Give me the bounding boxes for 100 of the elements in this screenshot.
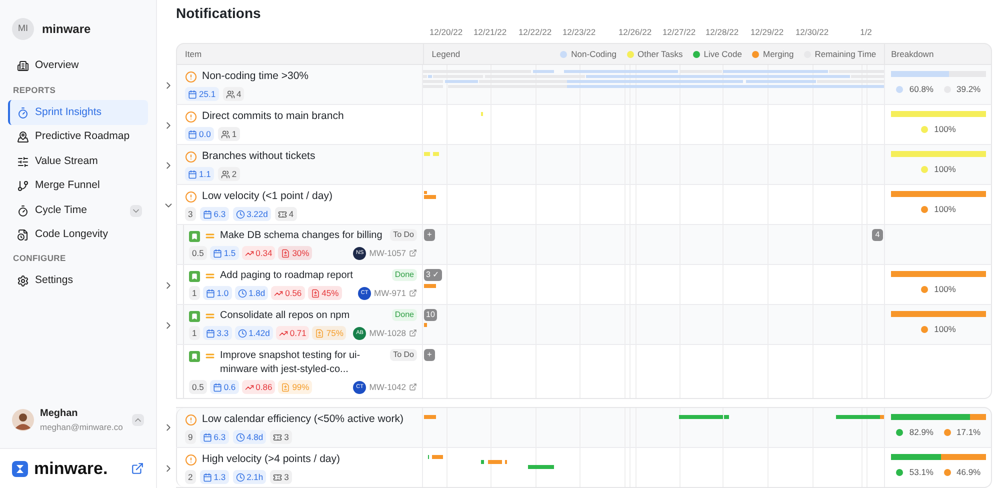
nav-item[interactable]: Cycle Time [8, 198, 148, 223]
comment-marker[interactable]: 3 ✓ [424, 269, 442, 281]
notification-title: Branches without tickets [202, 148, 316, 164]
people-icon [226, 90, 235, 98]
page-title: Notifications [175, 4, 262, 22]
user-name: Meghan [40, 407, 79, 422]
trend-up-icon [244, 382, 254, 392]
date-label: 12/23/22 [562, 26, 596, 39]
estimate-chip: 25.1 [185, 87, 219, 101]
share-value: 46.9% [956, 466, 981, 479]
people-icon [220, 130, 230, 138]
stopwatch-icon [17, 106, 29, 118]
date-label: 12/27/22 [662, 26, 696, 39]
nav-item[interactable]: Sprint Insights [8, 100, 148, 125]
tickets-chip: 4 [274, 207, 297, 221]
warning-icon [185, 190, 197, 202]
date-label: 12/29/22 [750, 26, 784, 39]
comment-marker[interactable]: 10 [424, 309, 437, 321]
calendar-icon [188, 130, 197, 138]
chevron-down-icon[interactable] [130, 204, 142, 216]
nav-item[interactable]: Merge Funnel [8, 174, 148, 198]
churn-chip: 0.86 [242, 380, 276, 394]
points-chip: 9 [185, 430, 196, 444]
trend-up-icon [274, 288, 284, 298]
story-icon [189, 271, 200, 282]
task-title: Make DB schema changes for billing [220, 229, 384, 243]
ticket-id[interactable]: MW-1042 [369, 380, 406, 394]
comment-marker[interactable]: + [424, 229, 435, 241]
estimate-chip: 6.3 [200, 430, 229, 444]
document-icon [315, 328, 324, 338]
map-pin-icon [17, 131, 29, 143]
clock-icon [236, 432, 245, 442]
warning-icon [185, 150, 197, 162]
nav-item[interactable]: Code Longevity [8, 222, 148, 248]
notification-title: Low velocity (<1 point / day) [202, 188, 332, 204]
avatar-icon [12, 409, 34, 432]
time-chip: 1.42d [234, 326, 273, 340]
nav-item[interactable]: Value Stream [8, 149, 148, 174]
chevron-up-icon[interactable] [132, 414, 144, 426]
time-chip: 1.8d [234, 286, 268, 300]
clock-icon [236, 210, 245, 218]
ticket-icon [273, 432, 282, 442]
share-value: 53.1% [909, 466, 934, 479]
external-link-icon[interactable] [409, 383, 417, 391]
workspace-name: minware [42, 21, 91, 38]
share-value: 100% [934, 163, 956, 176]
points-chip: 1 [189, 286, 200, 300]
external-link-icon[interactable] [131, 462, 144, 475]
churn-chip: 0.56 [271, 286, 305, 300]
calendar-icon [188, 170, 197, 178]
column-header: Item [185, 48, 202, 60]
date-label: 12/26/22 [618, 26, 652, 39]
calendar-icon [202, 472, 212, 482]
ticket-id[interactable]: MW-1057 [369, 246, 406, 260]
points-chip: 2 [185, 470, 196, 484]
story-icon [189, 351, 200, 362]
points-chip: 0.5 [189, 246, 207, 260]
tickets-chip: 3 [270, 430, 292, 444]
stopwatch-icon [17, 204, 29, 216]
status-badge: Done [392, 269, 417, 281]
estimate-chip: 1.3 [200, 470, 229, 484]
comment-marker[interactable]: 4 [872, 229, 883, 241]
column-header: Legend [432, 48, 462, 60]
estimate-chip: 6.3 [200, 207, 229, 221]
calendar-icon [212, 382, 222, 392]
calendar-icon [206, 288, 215, 298]
clock-icon [238, 288, 247, 298]
calendar-icon [202, 210, 212, 218]
settings-icon [17, 275, 29, 288]
workspace-avatar[interactable]: MI [12, 18, 34, 40]
task-title: Add paging to roadmap report [220, 269, 354, 283]
rework-value: 75% [326, 326, 344, 340]
time-chip: 3.22d [232, 207, 271, 221]
churn-chip: 0.34 [242, 246, 276, 260]
status-badge: To Do [390, 229, 417, 241]
date-label: 12/22/22 [518, 26, 552, 39]
external-link-icon[interactable] [409, 289, 417, 297]
calendar-icon [212, 248, 222, 258]
warning-icon [185, 454, 197, 466]
estimate-chip: 1.5 [210, 246, 239, 260]
file-clock-icon [17, 229, 29, 241]
rework-value: 30% [292, 246, 310, 260]
ticket-id[interactable]: MW-971 [374, 286, 406, 300]
estimate-chip: 0.6 [210, 380, 239, 394]
clock-icon [236, 472, 245, 482]
nav-item[interactable]: Predictive Roadmap [8, 124, 148, 150]
external-link-icon[interactable] [409, 249, 417, 257]
rework-value: 45% [322, 286, 339, 300]
trend-up-icon [244, 248, 254, 258]
points-chip: 3 [185, 207, 196, 221]
nav-item[interactable]: Settings [8, 269, 148, 294]
comment-marker[interactable]: + [424, 349, 435, 361]
calendar-icon [202, 432, 212, 442]
nav-item[interactable]: Overview [8, 54, 148, 78]
logo-icon [12, 460, 28, 476]
external-link-icon[interactable] [409, 329, 417, 337]
user-email: meghan@minware.co [40, 421, 124, 434]
ticket-id[interactable]: MW-1028 [369, 326, 406, 340]
calendar-icon [188, 90, 197, 98]
share-value: 17.1% [956, 426, 981, 439]
